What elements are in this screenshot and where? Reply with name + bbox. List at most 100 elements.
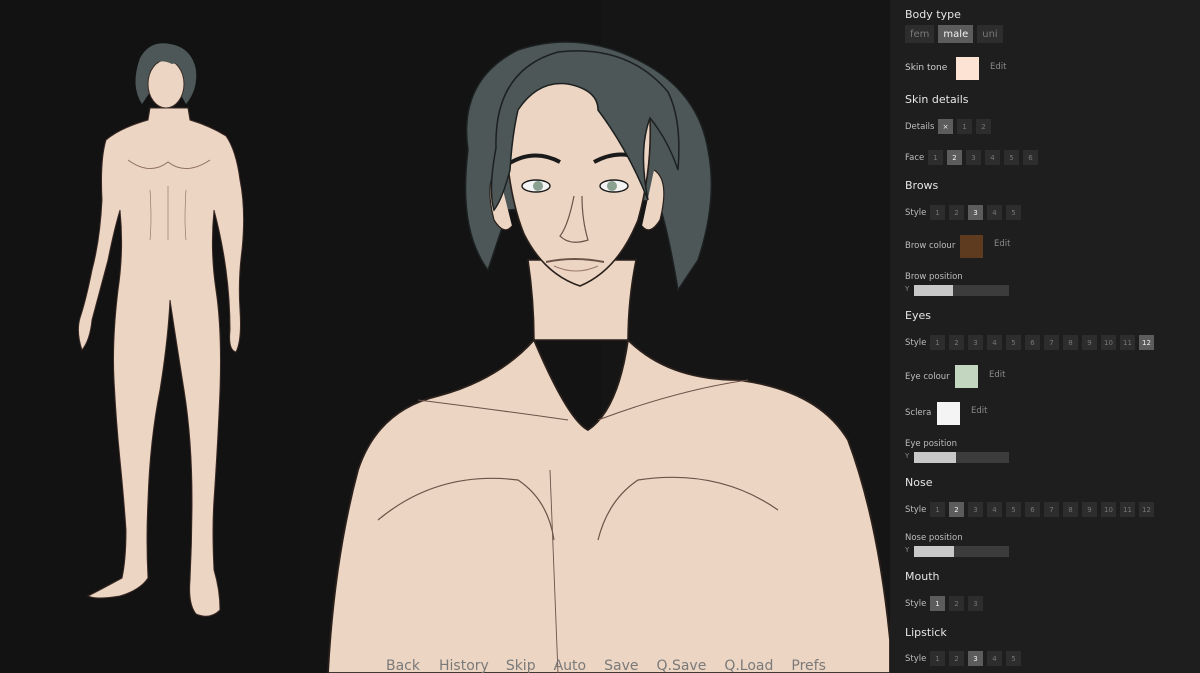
nose-position-axis: Y — [905, 546, 910, 554]
style-option[interactable]: 5 — [1006, 651, 1021, 666]
face-options: 123456 — [928, 150, 1038, 165]
skin-details-title: Skin details — [905, 93, 969, 106]
style-option[interactable]: 1 — [930, 596, 945, 611]
style-option[interactable]: 7 — [1044, 335, 1059, 350]
brow-colour-label: Brow colour — [905, 241, 956, 251]
slider-fill — [914, 546, 954, 557]
mouth-style-options: 123 — [930, 596, 983, 611]
body-type-options: fem male uni — [905, 25, 1003, 43]
slider-fill — [914, 285, 953, 296]
nose-position-slider[interactable] — [914, 546, 1009, 557]
style-option[interactable]: 2 — [949, 596, 964, 611]
quick-menu-qload[interactable]: Q.Load — [724, 657, 773, 673]
nose-title: Nose — [905, 476, 933, 489]
style-option[interactable]: 3 — [968, 596, 983, 611]
style-option[interactable]: 6 — [1025, 502, 1040, 517]
style-option[interactable]: 10 — [1101, 335, 1116, 350]
style-option[interactable]: 3 — [968, 651, 983, 666]
style-option[interactable]: 6 — [1025, 335, 1040, 350]
face-label: Face — [905, 153, 925, 163]
style-option[interactable]: 3 — [968, 335, 983, 350]
style-option[interactable]: 4 — [987, 502, 1002, 517]
style-option[interactable]: 10 — [1101, 502, 1116, 517]
lipstick-title: Lipstick — [905, 626, 947, 639]
quick-menu: Back History Skip Auto Save Q.Save Q.Loa… — [386, 657, 826, 673]
style-option[interactable]: 3 — [968, 502, 983, 517]
mouth-style-label: Style — [905, 599, 927, 609]
quick-menu-prefs[interactable]: Prefs — [791, 657, 825, 673]
style-option[interactable]: 1 — [930, 502, 945, 517]
lipstick-style-label: Style — [905, 654, 927, 664]
style-option[interactable]: 7 — [1044, 502, 1059, 517]
lipstick-style-options: 12345 — [930, 651, 1021, 666]
style-option[interactable]: 4 — [987, 205, 1002, 220]
quick-menu-skip[interactable]: Skip — [506, 657, 536, 673]
eye-position-slider[interactable] — [914, 452, 1009, 463]
skin-tone-edit-button[interactable]: Edit — [990, 62, 1006, 72]
character-portrait — [298, 0, 890, 673]
details-options: × 1 2 — [938, 119, 991, 134]
sclera-edit-button[interactable]: Edit — [971, 406, 987, 416]
eye-colour-edit-button[interactable]: Edit — [989, 370, 1005, 380]
eyes-style-label: Style — [905, 338, 927, 348]
style-option[interactable]: 5 — [1006, 502, 1021, 517]
style-option[interactable]: 2 — [947, 150, 962, 165]
style-option[interactable]: 1 — [957, 119, 972, 134]
style-option[interactable]: 1 — [930, 651, 945, 666]
sclera-swatch[interactable] — [937, 402, 960, 425]
brow-colour-edit-button[interactable]: Edit — [994, 239, 1010, 249]
style-option[interactable]: 8 — [1063, 335, 1078, 350]
style-option[interactable]: 12 — [1139, 502, 1154, 517]
quick-menu-save[interactable]: Save — [604, 657, 638, 673]
style-option[interactable]: 9 — [1082, 502, 1097, 517]
style-option[interactable]: 2 — [949, 651, 964, 666]
style-option[interactable]: 4 — [987, 651, 1002, 666]
brows-title: Brows — [905, 179, 939, 192]
eye-position-label: Eye position — [905, 439, 958, 449]
style-option[interactable]: 12 — [1139, 335, 1154, 350]
quick-menu-qsave[interactable]: Q.Save — [656, 657, 706, 673]
style-option[interactable]: 1 — [928, 150, 943, 165]
style-option[interactable]: × — [938, 119, 953, 134]
quick-menu-auto[interactable]: Auto — [554, 657, 587, 673]
nose-position-label: Nose position — [905, 533, 963, 543]
style-option[interactable]: 11 — [1120, 335, 1135, 350]
style-option[interactable]: 3 — [966, 150, 981, 165]
style-option[interactable]: 5 — [1006, 205, 1021, 220]
style-option[interactable]: 4 — [985, 150, 1000, 165]
style-option[interactable]: 3 — [968, 205, 983, 220]
brow-colour-swatch[interactable] — [960, 235, 983, 258]
skin-tone-swatch[interactable] — [956, 57, 979, 80]
brow-position-axis: Y — [905, 285, 910, 293]
style-option[interactable]: 8 — [1063, 502, 1078, 517]
skin-tone-label: Skin tone — [905, 63, 948, 73]
mouth-title: Mouth — [905, 570, 940, 583]
full-body-preview — [0, 0, 298, 673]
style-option[interactable]: 1 — [930, 205, 945, 220]
style-option[interactable]: 6 — [1023, 150, 1038, 165]
brow-position-slider[interactable] — [914, 285, 1009, 296]
brows-style-options: 12345 — [930, 205, 1021, 220]
style-option[interactable]: 5 — [1006, 335, 1021, 350]
slider-fill — [914, 452, 956, 463]
body-type-option[interactable]: male — [938, 25, 974, 43]
style-option[interactable]: 5 — [1004, 150, 1019, 165]
style-option[interactable]: 2 — [949, 205, 964, 220]
quick-menu-history[interactable]: History — [439, 657, 489, 673]
style-option[interactable]: 9 — [1082, 335, 1097, 350]
portrait-figure — [327, 41, 890, 673]
nose-style-label: Style — [905, 505, 927, 515]
eye-colour-swatch[interactable] — [955, 365, 978, 388]
customization-panel: Body type fem male uni Skin tone Edit Sk… — [890, 0, 1200, 673]
eye-position-axis: Y — [905, 452, 910, 460]
style-option[interactable]: 2 — [949, 335, 964, 350]
eye-colour-label: Eye colour — [905, 372, 950, 382]
style-option[interactable]: 2 — [976, 119, 991, 134]
style-option[interactable]: 2 — [949, 502, 964, 517]
style-option[interactable]: 1 — [930, 335, 945, 350]
quick-menu-back[interactable]: Back — [386, 657, 420, 673]
body-type-option[interactable]: fem — [905, 25, 935, 43]
style-option[interactable]: 4 — [987, 335, 1002, 350]
style-option[interactable]: 11 — [1120, 502, 1135, 517]
body-type-option[interactable]: uni — [977, 25, 1003, 43]
